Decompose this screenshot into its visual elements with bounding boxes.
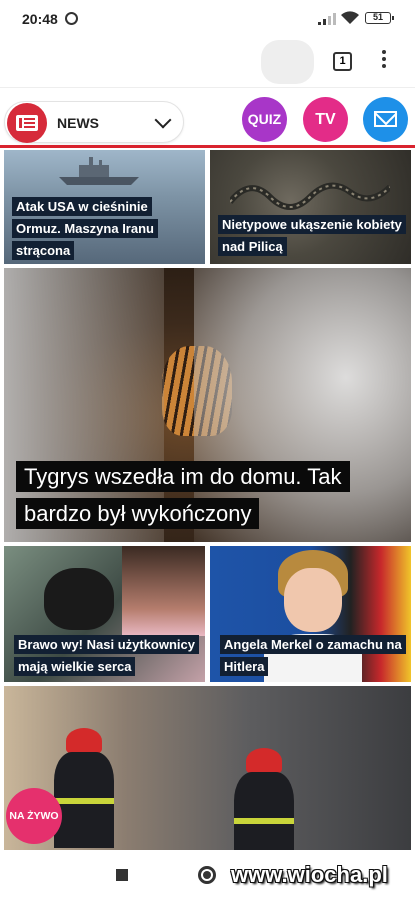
featured-article-title: Tygrys wszedła im do domu. Tak bardzo by…: [16, 461, 350, 529]
alarm-icon: [65, 12, 78, 25]
warship-image: [59, 157, 139, 185]
article-tile[interactable]: Atak USA w cieśninie Ormuz. Maszyna Iran…: [4, 150, 205, 264]
chevron-down-icon: [154, 111, 172, 129]
section-dropdown[interactable]: NEWS: [4, 101, 184, 143]
nav-circle-icon[interactable]: [198, 866, 216, 884]
article-tile[interactable]: [4, 686, 411, 850]
status-time: 20:48: [22, 11, 58, 27]
article-tile[interactable]: Brawo wy! Nasi użytkownicy mają wielkie …: [4, 546, 205, 682]
browser-toolbar: 1: [0, 36, 415, 88]
article-title: Atak USA w cieśninie Ormuz. Maszyna Iran…: [12, 197, 158, 260]
tv-button[interactable]: TV: [303, 97, 348, 142]
tab-switcher-button[interactable]: 1: [333, 52, 352, 71]
menu-dots-icon[interactable]: [380, 50, 388, 72]
live-badge[interactable]: NA ŻYWO: [6, 788, 62, 844]
wifi-icon: [341, 11, 359, 24]
article-title: Brawo wy! Nasi użytkownicy mają wielkie …: [14, 635, 199, 676]
article-title: Angela Merkel o zamachu na Hitlera: [220, 635, 406, 676]
mail-button[interactable]: [363, 97, 408, 142]
mail-icon: [374, 111, 397, 127]
article-tile[interactable]: Nietypowe ukąszenie kobiety nad Pilicą: [210, 150, 411, 264]
article-tile[interactable]: Angela Merkel o zamachu na Hitlera: [210, 546, 411, 682]
status-bar: 20:48 51: [0, 0, 415, 36]
nav-square-icon[interactable]: [116, 869, 128, 881]
battery-icon: 51: [365, 12, 394, 24]
article-title: Nietypowe ukąszenie kobiety nad Pilicą: [218, 215, 406, 256]
section-label: NEWS: [57, 115, 99, 131]
snake-image: [230, 182, 390, 210]
dog-image: [44, 568, 114, 630]
firefighter-image: [234, 748, 294, 850]
girl-image: [122, 546, 205, 636]
firefighter-image: [54, 728, 114, 848]
signal-icon: [318, 13, 336, 25]
watermark-text: www.wiocha.pl: [231, 862, 388, 887]
featured-article-tile[interactable]: Tygrys wszedła im do domu. Tak bardzo by…: [4, 268, 411, 542]
address-bar[interactable]: [261, 40, 314, 84]
news-logo-icon: [7, 103, 47, 143]
quiz-button[interactable]: QUIZ: [242, 97, 287, 142]
